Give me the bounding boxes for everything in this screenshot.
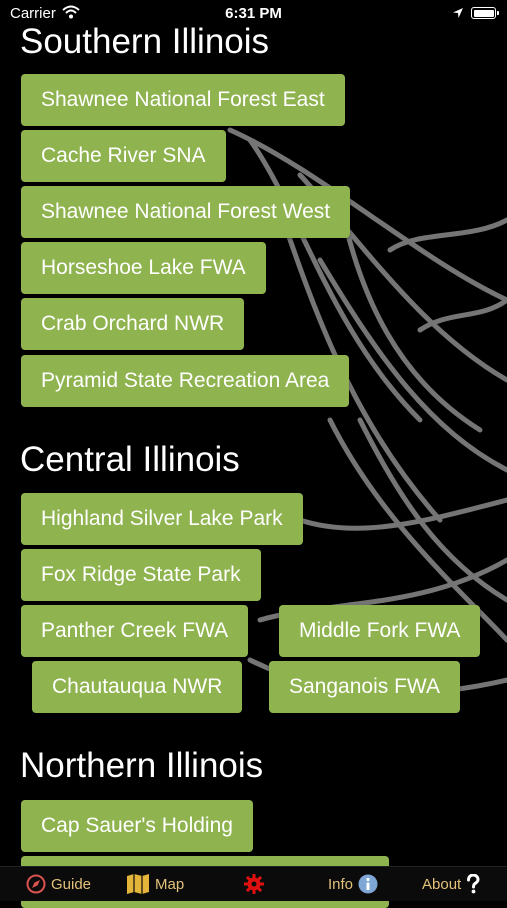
highland-silver-lake-button[interactable]: Highland Silver Lake Park: [21, 493, 303, 545]
chautauqua-button[interactable]: Chautauqua NWR: [32, 661, 243, 713]
section-title-southern: Southern Illinois: [20, 22, 270, 61]
pyramid-button[interactable]: Pyramid State Recreation Area: [21, 355, 350, 407]
tab-map-label: Map: [155, 875, 185, 893]
tab-settings[interactable]: [243, 867, 265, 901]
question-mark-icon: [467, 874, 480, 894]
crab-orchard-button[interactable]: Crab Orchard NWR: [21, 298, 245, 350]
section-title-central: Central Illinois: [20, 440, 240, 479]
tab-guide[interactable]: Guide: [26, 867, 91, 901]
tab-map[interactable]: Map: [126, 867, 184, 901]
panther-creek-button[interactable]: Panther Creek FWA: [21, 605, 249, 657]
sanganois-button[interactable]: Sanganois FWA: [269, 661, 460, 713]
section-title-northern: Northern Illinois: [20, 746, 264, 785]
middle-fork-button[interactable]: Middle Fork FWA: [279, 605, 481, 657]
tab-guide-label: Guide: [51, 875, 92, 893]
cache-river-button[interactable]: Cache River SNA: [21, 130, 226, 182]
tab-about[interactable]: About: [422, 867, 480, 901]
shawnee-west-button[interactable]: Shawnee National Forest West: [21, 186, 351, 238]
info-icon: [358, 874, 378, 894]
tab-about-label: About: [422, 875, 462, 893]
horseshoe-lake-button[interactable]: Horseshoe Lake FWA: [21, 242, 266, 294]
map-icon: [127, 874, 149, 894]
tab-info-label: Info: [328, 875, 354, 893]
cap-sauer-button[interactable]: Cap Sauer's Holding: [21, 800, 253, 852]
status-time: 6:31 PM: [225, 5, 282, 22]
tab-info[interactable]: Info: [328, 867, 378, 901]
compass-icon: [26, 874, 46, 894]
battery-icon: [471, 7, 499, 19]
shawnee-east-button[interactable]: Shawnee National Forest East: [21, 74, 345, 126]
tab-bar: Guide Map Info About: [0, 866, 507, 901]
fox-ridge-button[interactable]: Fox Ridge State Park: [21, 549, 261, 601]
location-arrow-icon: [453, 8, 463, 18]
gear-icon: [244, 874, 264, 894]
